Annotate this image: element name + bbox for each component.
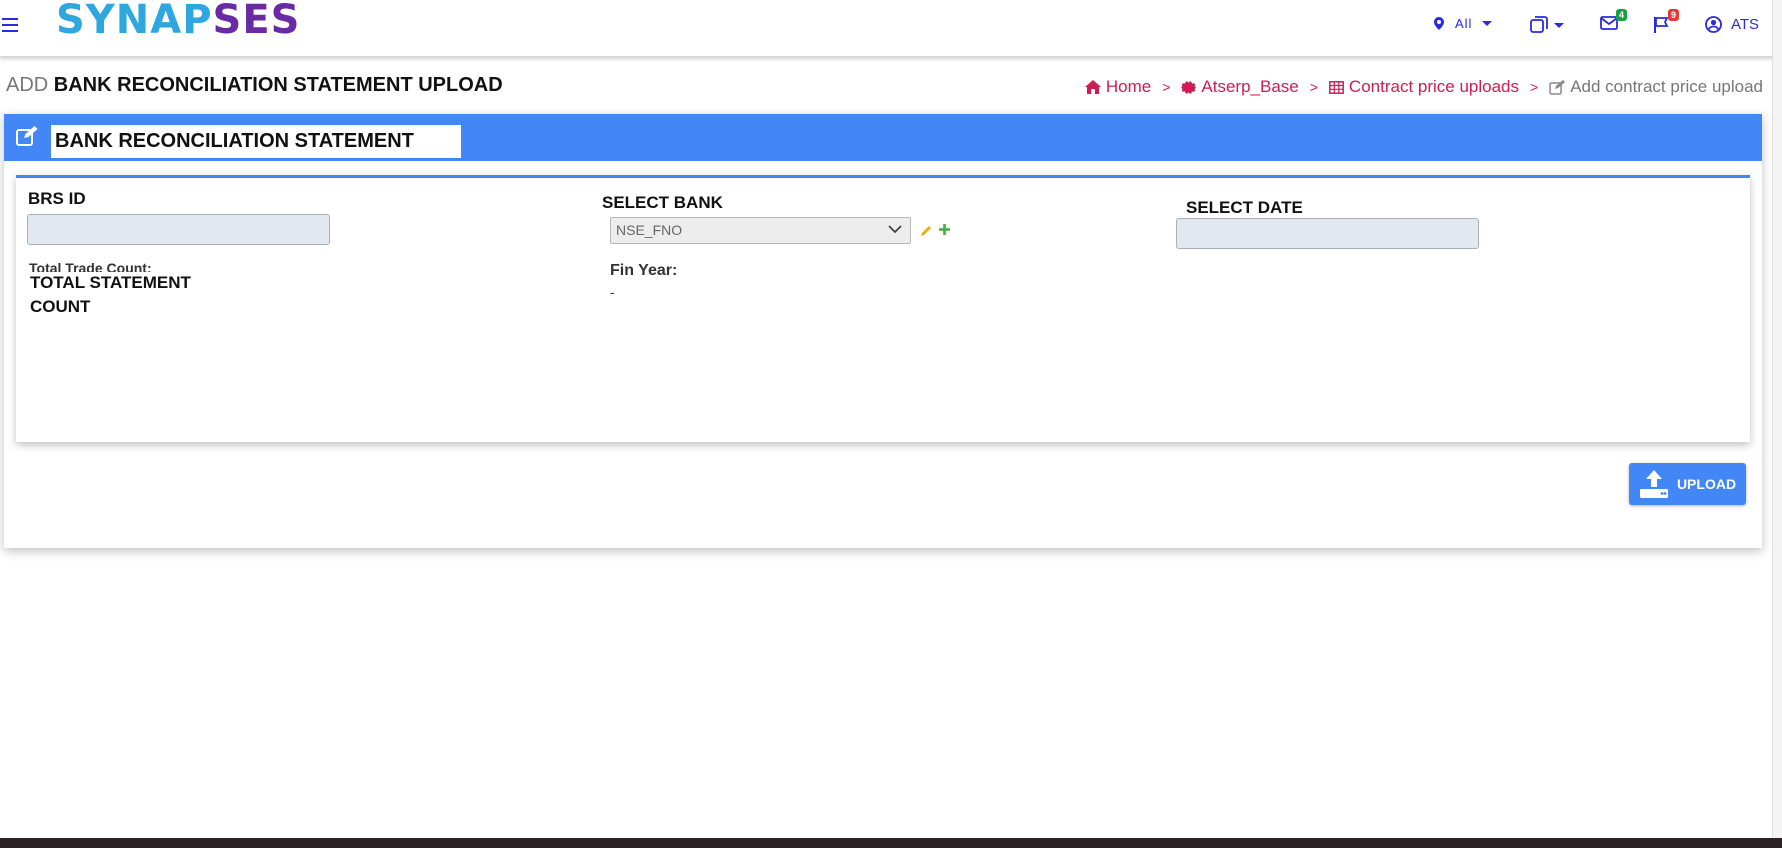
table-icon (1328, 80, 1344, 94)
location-dropdown[interactable]: All (1434, 16, 1493, 31)
hamburger-menu-icon[interactable] (2, 18, 18, 32)
caret-down-icon (1554, 22, 1564, 28)
card-header: BANK RECONCILIATION STATEMENT (4, 114, 1762, 161)
breadcrumb-separator: > (1162, 79, 1171, 95)
form-body: BRS ID SELECT BANK NSE_FNO SELECT DATE T… (16, 175, 1750, 442)
gear-icon (1181, 80, 1197, 94)
breadcrumb-current: Add contract price upload (1549, 77, 1763, 97)
breadcrumb-home-label: Home (1105, 77, 1152, 96)
total-trade-count-label: Total Trade Count: (29, 260, 152, 272)
map-marker-icon (1434, 17, 1444, 30)
flag-notifications[interactable]: 9 (1653, 9, 1679, 37)
upload-button-label: UPLOAD (1676, 476, 1737, 492)
form-card: BANK RECONCILIATION STATEMENT BRS ID SEL… (4, 114, 1762, 548)
breadcrumb-list-label: Contract price uploads (1348, 77, 1520, 96)
fin-year-value: - (610, 284, 615, 300)
page-title: ADD BANK RECONCILIATION STATEMENT UPLOAD (6, 74, 503, 97)
edit-icon (16, 126, 38, 146)
breadcrumb-base-label: Atserp_Base (1201, 77, 1299, 96)
plus-icon[interactable] (938, 223, 951, 236)
bottom-strip (0, 838, 1782, 848)
page-title-main: BANK RECONCILIATION STATEMENT UPLOAD (53, 74, 503, 96)
fin-year-label: Fin Year: (610, 262, 678, 279)
breadcrumb-home[interactable]: Home (1084, 77, 1152, 97)
user-circle-icon (1705, 16, 1722, 33)
pencil-icon[interactable] (920, 224, 933, 237)
user-label: ATS (1731, 16, 1760, 33)
caret-down-icon (1482, 21, 1493, 26)
select-date-input[interactable] (1176, 218, 1479, 249)
windows-dropdown[interactable] (1530, 16, 1564, 34)
brand-logo-part2: SES (212, 0, 301, 43)
top-navbar: SYNAPSES All 4 9 ATS (0, 0, 1782, 57)
user-menu[interactable]: ATS (1705, 16, 1759, 33)
brs-id-input[interactable] (27, 214, 330, 245)
upload-button[interactable]: UPLOAD (1629, 463, 1746, 505)
brand-logo[interactable]: SYNAPSES (56, 0, 300, 43)
total-statement-count-label-line1: TOTAL STATEMENT (30, 273, 191, 292)
chevron-down-icon (888, 225, 902, 234)
windows-copy-icon (1530, 16, 1548, 33)
upload-icon (1639, 470, 1668, 498)
flag-count-badge: 9 (1667, 9, 1679, 21)
scrollbar-track[interactable] (1772, 0, 1782, 838)
mail-notifications[interactable]: 4 (1600, 9, 1627, 34)
card-title: BANK RECONCILIATION STATEMENT (51, 125, 461, 158)
brand-logo-part1: SYNAP (56, 0, 213, 43)
breadcrumb-separator: > (1530, 79, 1539, 95)
breadcrumb: Home > Atserp_Base > Contract price uplo… (1084, 77, 1763, 97)
location-label: All (1455, 16, 1473, 31)
page-title-prefix: ADD (6, 74, 49, 96)
total-statement-count-label-line2: COUNT (30, 297, 91, 316)
edit-icon (1549, 79, 1566, 95)
breadcrumb-list[interactable]: Contract price uploads (1328, 77, 1520, 97)
mail-count-badge: 4 (1615, 9, 1627, 21)
brs-id-label: BRS ID (28, 189, 86, 208)
home-icon (1084, 80, 1101, 94)
breadcrumb-base[interactable]: Atserp_Base (1181, 77, 1299, 97)
breadcrumb-current-label: Add contract price upload (1570, 77, 1763, 96)
select-date-label: SELECT DATE (1186, 198, 1303, 217)
select-bank-label: SELECT BANK (602, 193, 723, 212)
select-bank-dropdown[interactable]: NSE_FNO (610, 217, 911, 244)
breadcrumb-separator: > (1309, 79, 1318, 95)
select-bank-value: NSE_FNO (616, 222, 683, 238)
